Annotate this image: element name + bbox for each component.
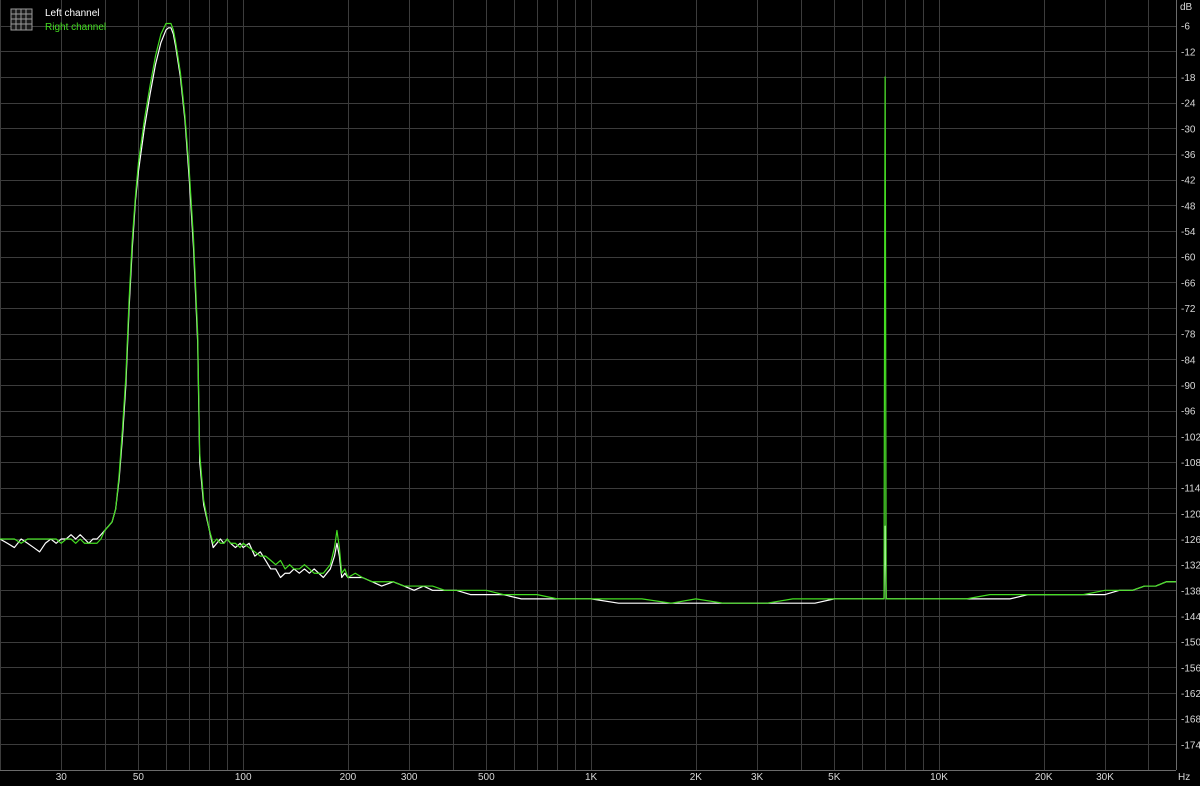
x-tick-label: 2K	[690, 772, 703, 783]
y-tick-label: -72	[1181, 304, 1196, 315]
x-tick-label: 300	[401, 772, 418, 783]
y-tick-label: -102	[1181, 432, 1200, 443]
x-tick-label: 50	[133, 772, 145, 783]
y-tick-label: -24	[1181, 99, 1196, 110]
x-axis-unit: Hz	[1178, 772, 1190, 783]
y-tick-label: -12	[1181, 47, 1196, 58]
y-tick-label: -18	[1181, 73, 1196, 84]
y-tick-label: -108	[1181, 458, 1200, 469]
y-tick-label: -48	[1181, 201, 1196, 212]
y-tick-label: -174	[1181, 740, 1200, 751]
y-tick-label: -132	[1181, 561, 1200, 572]
x-tick-label: 10K	[930, 772, 948, 783]
y-tick-label: -54	[1181, 227, 1196, 238]
y-tick-label: -156	[1181, 663, 1200, 674]
x-tick-label: 5K	[828, 772, 841, 783]
y-tick-label: -138	[1181, 586, 1200, 597]
legend-label-left: Left channel	[45, 8, 100, 19]
y-axis-unit: dB	[1180, 2, 1193, 13]
y-tick-label: -42	[1181, 176, 1196, 187]
y-tick-label: -168	[1181, 715, 1200, 726]
y-tick-label: -60	[1181, 253, 1196, 264]
y-tick-label: -126	[1181, 535, 1200, 546]
y-tick-label: -84	[1181, 355, 1196, 366]
spectrum-chart: -6 -12 -18 -24 -30 -36 -42 -48 -54 -60 -66 -72 -78 -8…	[0, 0, 1200, 786]
x-tick-label: 30	[56, 772, 68, 783]
y-tick-label: -150	[1181, 638, 1200, 649]
y-tick-label: -114	[1181, 484, 1200, 495]
legend-label-right: Right channel	[45, 22, 106, 33]
y-tick-label: -36	[1181, 150, 1196, 161]
y-tick-label: -144	[1181, 612, 1200, 623]
plot-background	[0, 0, 1200, 786]
x-tick-label: 1K	[585, 772, 598, 783]
x-tick-label: 100	[235, 772, 252, 783]
y-tick-label: -162	[1181, 689, 1200, 700]
y-tick-label: -78	[1181, 330, 1196, 341]
x-tick-label: 3K	[751, 772, 764, 783]
y-tick-label: -66	[1181, 278, 1196, 289]
x-tick-label: 200	[340, 772, 357, 783]
y-tick-label: -96	[1181, 407, 1196, 418]
y-tick-label: -90	[1181, 381, 1196, 392]
y-tick-label: -120	[1181, 509, 1200, 520]
x-tick-label: 30K	[1096, 772, 1114, 783]
y-tick-label: -30	[1181, 124, 1196, 135]
x-tick-label: 500	[478, 772, 495, 783]
y-tick-label: -6	[1181, 22, 1190, 33]
x-tick-label: 20K	[1035, 772, 1053, 783]
